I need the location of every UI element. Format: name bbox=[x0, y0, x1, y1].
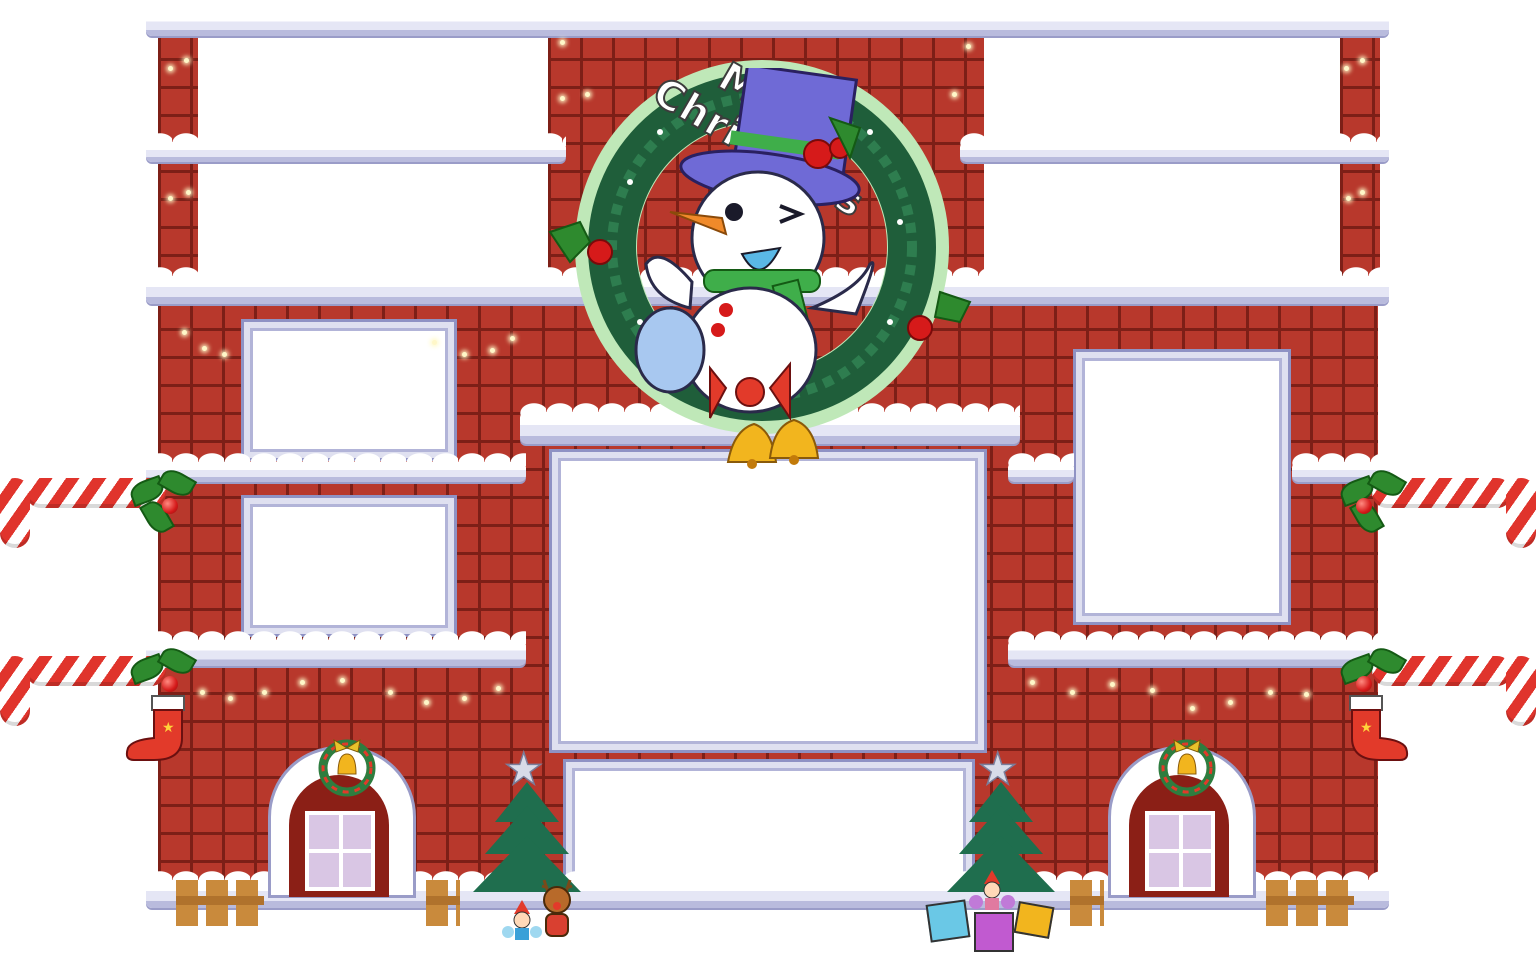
fence-left-1 bbox=[176, 880, 264, 926]
snowman-icon bbox=[630, 63, 900, 468]
roof-ledge-second-left bbox=[146, 133, 566, 162]
holly-icon bbox=[1337, 464, 1410, 538]
right-tall-window-frame bbox=[1076, 352, 1288, 622]
gift-icon bbox=[974, 912, 1014, 952]
reindeer-icon bbox=[536, 876, 578, 940]
bell-wreath-right bbox=[1158, 734, 1216, 798]
left-lower-window-frame bbox=[244, 498, 454, 634]
left-upper-window-frame bbox=[244, 322, 454, 458]
candy-cane-left-lower-hook bbox=[0, 656, 30, 726]
bell-wreath-left bbox=[318, 734, 376, 798]
candy-cane-left-upper-hook bbox=[0, 478, 30, 548]
holly-icon bbox=[127, 464, 200, 538]
elf-character-icon bbox=[502, 900, 542, 944]
svg-text:★: ★ bbox=[162, 720, 175, 736]
left-lower-ledge bbox=[146, 631, 526, 666]
candy-cane-right-upper-hook bbox=[1506, 478, 1536, 548]
top-left-panel bbox=[198, 38, 548, 142]
left-middle-ledge bbox=[146, 453, 526, 482]
roof-ledge-second-right bbox=[960, 133, 1389, 162]
bell-icon bbox=[724, 410, 824, 470]
candy-cane-right-lower-hook bbox=[1506, 656, 1536, 726]
center-main-window-frame bbox=[552, 452, 984, 750]
gift-icon bbox=[1013, 901, 1055, 939]
stocking-icon: ★ bbox=[1346, 694, 1410, 764]
stocking-icon: ★ bbox=[124, 694, 188, 764]
gift-icon bbox=[925, 899, 971, 943]
top-right-panel-2 bbox=[984, 168, 1340, 276]
svg-text:★: ★ bbox=[1360, 720, 1373, 736]
right-middle-ledge bbox=[1008, 453, 1074, 482]
fence-right-2 bbox=[1266, 880, 1354, 926]
top-left-panel-2 bbox=[198, 168, 548, 276]
fence-right-1 bbox=[1070, 880, 1104, 926]
top-right-panel bbox=[984, 38, 1340, 142]
fence-left-2 bbox=[426, 880, 460, 926]
right-lower-ledge bbox=[1008, 631, 1390, 666]
